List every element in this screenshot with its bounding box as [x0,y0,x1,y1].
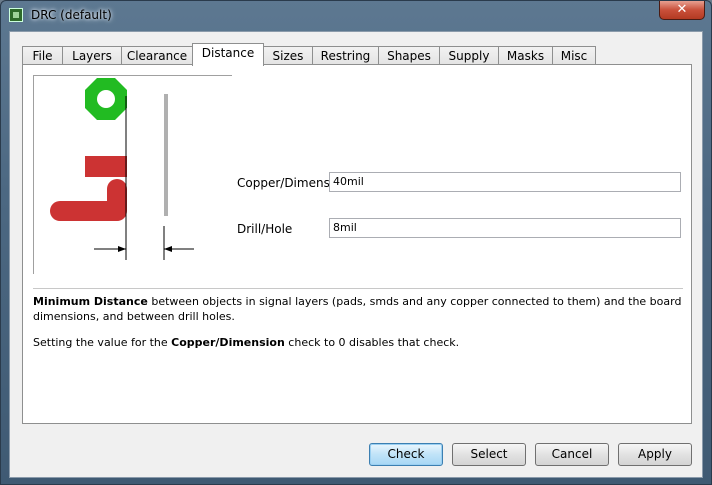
cancel-button[interactable]: Cancel [535,443,609,466]
close-button[interactable]: ✕ [659,1,705,20]
tab-distance[interactable]: Distance [192,43,264,66]
distance-diagram-svg [50,78,194,260]
description-paragraph-2: Setting the value for the Copper/Dimensi… [33,335,683,350]
dimension-line [164,94,168,216]
tab-layers[interactable]: Layers [62,46,122,65]
tab-file[interactable]: File [22,46,63,65]
description-bold-term-2: Copper/Dimension [171,336,285,349]
apply-button[interactable]: Apply [618,443,692,466]
tab-clearance[interactable]: Clearance [121,46,193,65]
description-text-post: check to 0 disables that check. [284,336,460,349]
select-button[interactable]: Select [452,443,526,466]
tab-shapes[interactable]: Shapes [378,46,440,65]
title-bar[interactable]: DRC (default) ✕ [1,1,711,31]
tab-supply[interactable]: Supply [439,46,499,65]
drc-dialog-window: DRC (default) ✕ File Layers Clearance Di… [0,0,712,485]
trace-icon [50,179,127,221]
smd-icon [85,156,127,177]
copper-dimension-input[interactable]: 40mil [329,172,681,192]
app-icon [9,8,23,22]
dialog-client-area: File Layers Clearance Distance Sizes Res… [9,31,703,478]
tab-sizes[interactable]: Sizes [263,46,313,65]
tab-misc[interactable]: Misc [552,46,596,65]
description-paragraph-1: Minimum Distance between objects in sign… [33,294,683,324]
distance-illustration [33,75,232,274]
tab-restring[interactable]: Restring [312,46,379,65]
tab-masks[interactable]: Masks [498,46,553,65]
drill-hole-label: Drill/Hole [237,222,293,236]
drill-hole-input[interactable]: 8mil [329,218,681,238]
distance-tab-panel: Copper/Dimension 40mil Drill/Hole 8mil M… [22,64,692,424]
window-title: DRC (default) [31,8,112,22]
check-button[interactable]: Check [369,443,443,466]
description-bold-term: Minimum Distance [33,295,148,308]
separator [33,288,683,289]
close-icon: ✕ [676,2,688,17]
description-text-pre: Setting the value for the [33,336,172,349]
